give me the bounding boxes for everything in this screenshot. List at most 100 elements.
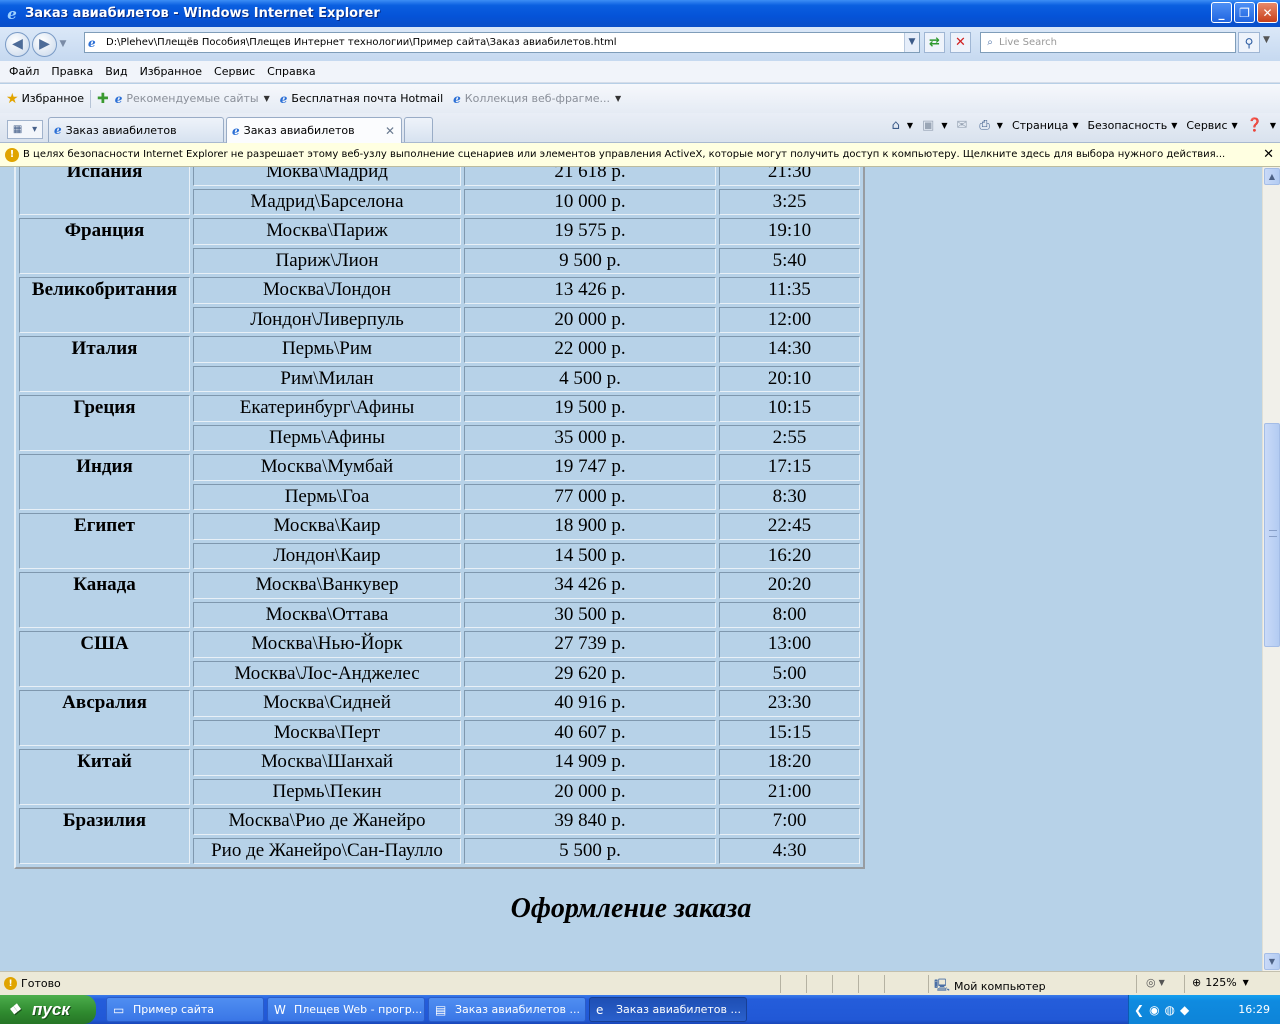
quick-tabs-button[interactable]: ▦ ▾ (7, 120, 43, 139)
table-row: Индия Москва\Мумбай 19 747 р. 17:15 (19, 454, 860, 510)
stop-button[interactable]: ✕ (950, 32, 971, 53)
route-cell: Рио де Жанейро\Сан-Паулло (193, 837, 461, 864)
divider (1136, 975, 1137, 993)
antivirus-icon[interactable]: ◆ (1180, 1003, 1189, 1017)
time-cell: 17:15 (719, 454, 860, 481)
menu-file[interactable]: Файл (3, 65, 45, 78)
tab-order-2-active[interactable]: e Заказ авиабилетов ✕ (226, 117, 402, 143)
chevron-down-icon: ▼ (996, 121, 1003, 130)
window-title: Заказ авиабилетов - Windows Internet Exp… (25, 6, 380, 21)
search-input[interactable]: ⌕ Live Search (980, 32, 1236, 53)
clock[interactable]: 16:29 (1238, 1003, 1270, 1016)
price-cell: 20 000 р. (464, 778, 716, 805)
scroll-thumb[interactable] (1264, 423, 1280, 647)
system-tray: ❮ ◉ ◍ ◆ 16:29 (1128, 995, 1280, 1024)
close-tab-icon[interactable]: ✕ (385, 124, 395, 138)
favorites-button[interactable]: ★ Избранное (6, 91, 84, 107)
time-cell: 22:45 (719, 513, 860, 540)
word-document-icon: W (274, 1002, 286, 1017)
taskbar-button-word[interactable]: W Плещев Web - прогр... (267, 997, 425, 1022)
taskbar-button-editor[interactable]: ▤ Заказ авиабилетов ... (428, 997, 586, 1022)
favorites-label: Избранное (21, 92, 85, 105)
route-cell: Париж\Лион (193, 247, 461, 274)
address-url[interactable]: D:\Plehev\Плещёв Пособия\Плещев Интернет… (106, 37, 904, 48)
menu-favorites[interactable]: Избранное (134, 65, 208, 78)
taskbar-button-folder[interactable]: ▭ Пример сайта (106, 997, 264, 1022)
home-button[interactable]: ⌂ ▼ (892, 118, 913, 133)
close-window-button[interactable]: ✕ (1257, 2, 1278, 23)
divider (780, 975, 781, 993)
taskbar-button-ie-active[interactable]: e Заказ авиабилетов ... (589, 997, 747, 1022)
time-cell: 21:30 (719, 167, 860, 186)
price-cell: 18 900 р. (464, 513, 716, 540)
time-cell: 5:00 (719, 660, 860, 687)
search-button[interactable]: ⚲ (1238, 32, 1260, 53)
scroll-down-arrow-icon[interactable]: ▼ (1264, 953, 1280, 970)
protected-mode-button[interactable]: ◎ ▼ (1146, 976, 1165, 989)
zoom-button[interactable]: ⊕ 125% ▼ (1192, 976, 1249, 989)
refresh-button[interactable]: ⇄ (924, 32, 945, 53)
time-cell: 7:00 (719, 808, 860, 835)
add-favorite-icon[interactable]: ✚ (97, 91, 109, 107)
menu-tools[interactable]: Сервис (208, 65, 261, 78)
search-options-icon[interactable]: ▼ (1263, 35, 1270, 45)
country-cell: Бразилия (19, 808, 190, 864)
taskbar-button-label: Пример сайта (133, 1003, 215, 1016)
web-slice-gallery-link[interactable]: e Коллекция веб-фрагме... ▼ (453, 92, 621, 106)
country-cell: Канада (19, 572, 190, 628)
menu-view[interactable]: Вид (99, 65, 133, 78)
help-button[interactable]: ❓ ▼ (1247, 118, 1276, 133)
page-menu[interactable]: Страница ▼ (1012, 119, 1079, 132)
route-cell: Пермь\Пекин (193, 778, 461, 805)
route-cell: Мадрид\Барселона (193, 188, 461, 215)
chevron-down-icon: ▾ (32, 124, 38, 135)
suggested-sites-link[interactable]: e Рекомендуемые сайты ▼ (115, 92, 270, 106)
country-cell: Авсралия (19, 690, 190, 746)
menu-help[interactable]: Справка (261, 65, 321, 78)
scroll-up-arrow-icon[interactable]: ▲ (1264, 168, 1280, 185)
menu-edit[interactable]: Правка (45, 65, 99, 78)
time-cell: 10:15 (719, 395, 860, 422)
table-row: Великобритания Москва\Лондон 13 426 р. 11:3… (19, 277, 860, 333)
back-button[interactable]: ◀ (5, 31, 30, 57)
price-cell: 13 426 р. (464, 277, 716, 304)
hotmail-link[interactable]: e Бесплатная почта Hotmail (280, 92, 443, 106)
globe-icon[interactable]: ◍ (1165, 1003, 1175, 1017)
history-dropdown-icon[interactable]: ▼ (57, 39, 69, 49)
status-text: Готово (21, 977, 61, 990)
minimize-button[interactable]: _ (1211, 2, 1232, 23)
chevron-down-icon: ▼ (906, 121, 914, 130)
country-cell: США (19, 631, 190, 687)
shield-warning-icon: ! (5, 147, 19, 162)
route-cell: Москва\Мумбай (193, 454, 461, 481)
print-button[interactable]: ⎙ ▼ (979, 118, 1003, 133)
price-cell: 19 747 р. (464, 454, 716, 481)
address-field[interactable]: e D:\Plehev\Плещёв Пособия\Плещев Интерн… (84, 32, 920, 53)
price-cell: 20 000 р. (464, 306, 716, 333)
taskbar-button-label: Заказ авиабилетов ... (616, 1003, 741, 1016)
time-cell: 20:20 (719, 572, 860, 599)
close-infobar-icon[interactable]: ✕ (1263, 147, 1274, 162)
time-cell: 21:00 (719, 778, 860, 805)
safety-menu[interactable]: Безопасность ▼ (1087, 119, 1177, 132)
feeds-button[interactable]: ▣ ▼ (922, 118, 947, 133)
tab-order-1[interactable]: e Заказ авиабилетов (48, 117, 224, 142)
security-info-bar[interactable]: ! В целях безопасности Internet Explorer… (0, 143, 1280, 167)
title-bar: e Заказ авиабилетов - Windows Internet E… (0, 0, 1280, 27)
security-zone[interactable]: 🖳 Мой компьютер (934, 976, 1046, 997)
mail-button[interactable]: ✉ (956, 118, 970, 133)
chevron-left-icon[interactable]: ❮ (1134, 1003, 1144, 1017)
tools-menu[interactable]: Сервис ▼ (1186, 119, 1237, 132)
vertical-scrollbar[interactable]: ▲ ▼ (1262, 167, 1280, 971)
chevron-down-icon: ▼ (1072, 121, 1079, 130)
new-tab-button[interactable] (404, 117, 433, 142)
maximize-button[interactable]: ❐ (1234, 2, 1255, 23)
start-button[interactable]: ❖ пуск (0, 995, 96, 1024)
network-icon[interactable]: ◉ (1149, 1003, 1159, 1017)
time-cell: 18:20 (719, 749, 860, 776)
quick-tabs-icon: ▦ (12, 124, 23, 135)
address-dropdown-icon[interactable]: ▼ (904, 33, 919, 52)
route-cell: Москва\Оттава (193, 601, 461, 628)
price-cell: 22 000 р. (464, 336, 716, 363)
forward-button[interactable]: ▶ (32, 31, 57, 57)
